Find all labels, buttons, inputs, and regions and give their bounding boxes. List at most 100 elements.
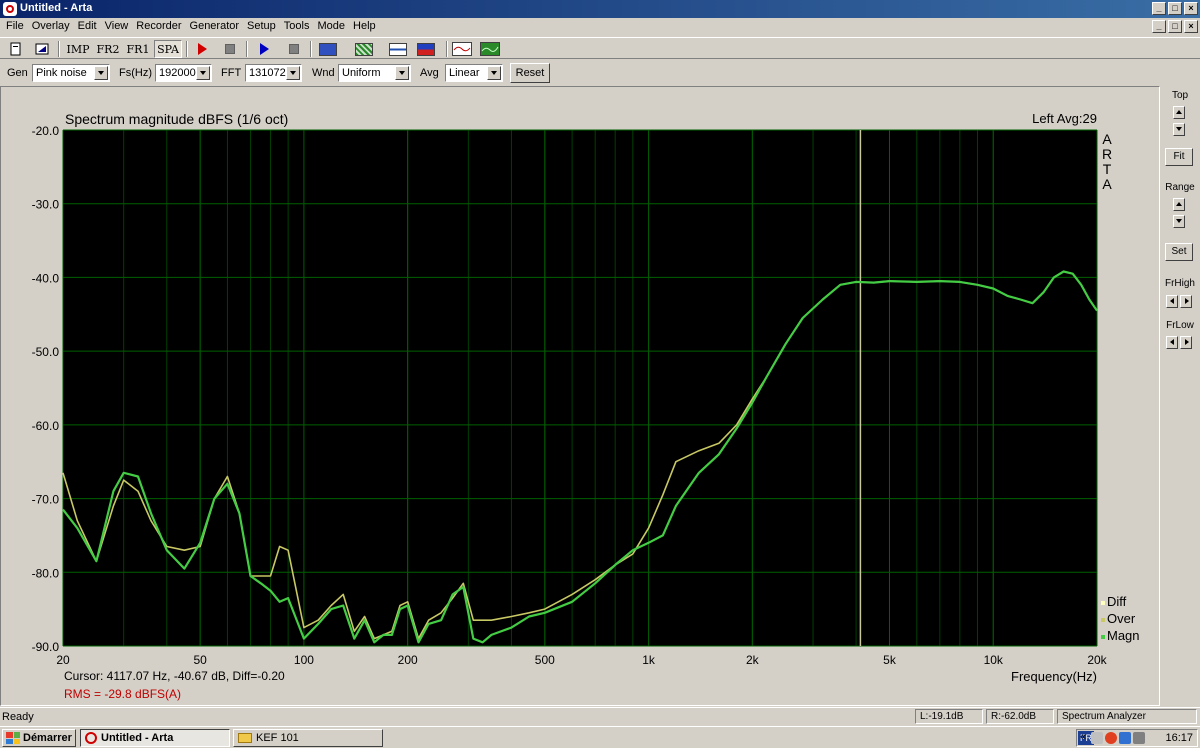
frhigh-right-button[interactable]	[1180, 295, 1192, 308]
maximize-button[interactable]: □	[1168, 2, 1182, 15]
right-panel: Top Fit Range Set FrHigh FrLow	[1160, 86, 1200, 706]
fr2-mode-button[interactable]: FR2	[94, 40, 122, 58]
y-tick-label: -60.0	[32, 419, 60, 433]
close-button[interactable]: ×	[1184, 2, 1198, 15]
y-tick-label: -70.0	[32, 493, 60, 507]
y-tick-label: -50.0	[32, 345, 60, 359]
menu-file[interactable]: File	[2, 18, 28, 36]
status-ready: Ready	[2, 711, 34, 723]
impulse-mode-button[interactable]: IMP	[64, 40, 92, 58]
frlow-label: FrLow	[1166, 320, 1194, 331]
plot-title: Spectrum magnitude dBFS (1/6 oct)	[65, 111, 289, 127]
status-left-level: L:-19.1dB	[915, 709, 983, 724]
range-up-button[interactable]	[1173, 198, 1185, 211]
range-label: Range	[1165, 182, 1195, 193]
fs-label: Fs(Hz)	[119, 67, 152, 79]
set-button[interactable]: Set	[1165, 243, 1193, 261]
x-tick-label: 100	[294, 653, 314, 667]
frlow-left-button[interactable]	[1166, 336, 1178, 349]
toolbar: IMP FR2 FR1 SPA	[0, 37, 1200, 59]
network-icon[interactable]	[1091, 732, 1103, 744]
x-tick-label: 1k	[642, 653, 656, 667]
flag-icon[interactable]	[414, 40, 438, 58]
arta-app-icon[interactable]	[3, 2, 17, 16]
legend-swatch	[1101, 618, 1105, 622]
generator-stop-icon[interactable]	[282, 40, 306, 58]
hatch-icon[interactable]	[352, 40, 376, 58]
frlow-right-button[interactable]	[1180, 336, 1192, 349]
spectrum-chart[interactable]: 20 50 100 200 500 1k 2k 5k 10k 20k -20.0 -30.0 -40.0…	[1, 87, 1159, 705]
window-label: Wnd	[312, 67, 335, 79]
doc-minimize-button[interactable]: _	[1152, 20, 1166, 33]
reset-button[interactable]: Reset	[510, 63, 550, 83]
watermark-letter: R	[1102, 146, 1112, 162]
spectrum-icon[interactable]	[478, 40, 502, 58]
plot-frame: 20 50 100 200 500 1k 2k 5k 10k 20k -20.0 -30.0 -40.0…	[0, 86, 1160, 706]
chevron-down-icon[interactable]	[395, 66, 409, 80]
title-bar[interactable]: Untitled - Arta _ □ ×	[0, 0, 1200, 18]
antivirus-icon[interactable]	[1105, 732, 1117, 744]
sample-rate-value: 192000	[159, 67, 196, 79]
legend-label-diff: Diff	[1107, 594, 1127, 609]
new-document-icon[interactable]	[4, 40, 28, 58]
x-tick-label: 500	[535, 653, 555, 667]
top-up-button[interactable]	[1173, 106, 1185, 119]
menu-edit[interactable]: Edit	[74, 18, 101, 36]
minimize-button[interactable]: _	[1152, 2, 1166, 15]
x-tick-label: 50	[193, 653, 207, 667]
menu-overlay[interactable]: Overlay	[28, 18, 74, 36]
x-tick-label: 200	[398, 653, 418, 667]
taskbar-arta-button[interactable]: Untitled - Arta	[80, 729, 230, 747]
window-select[interactable]: Uniform	[338, 64, 411, 82]
legend-label-magn: Magn	[1107, 628, 1140, 643]
record-play-icon[interactable]	[190, 40, 214, 58]
volume-icon[interactable]	[1133, 732, 1145, 744]
frhigh-left-button[interactable]	[1166, 295, 1178, 308]
menu-view[interactable]: View	[101, 18, 133, 36]
range-down-button[interactable]	[1173, 215, 1185, 228]
generator-value: Pink noise	[36, 67, 87, 79]
plot-channel-info: Left Avg:29	[1032, 111, 1097, 126]
fr1-mode-button[interactable]: FR1	[124, 40, 152, 58]
menu-mode[interactable]: Mode	[313, 18, 349, 36]
fft-size-select[interactable]: 131072	[245, 64, 302, 82]
top-label: Top	[1171, 90, 1189, 101]
fit-button[interactable]: Fit	[1165, 148, 1193, 166]
open-file-icon[interactable]	[30, 40, 54, 58]
top-down-button[interactable]	[1173, 123, 1185, 136]
cursor-readout: Cursor: 4117.07 Hz, -40.67 dB, Diff=-0.2…	[64, 669, 285, 683]
menu-recorder[interactable]: Recorder	[132, 18, 185, 36]
menu-bar: File Overlay Edit View Recorder Generato…	[0, 18, 1200, 36]
probe-icon[interactable]	[386, 40, 410, 58]
start-button[interactable]: Démarrer	[2, 729, 76, 747]
watermark-letter: T	[1103, 161, 1112, 177]
generator-select[interactable]: Pink noise	[32, 64, 110, 82]
spa-mode-button[interactable]: SPA	[154, 40, 182, 58]
device-icon[interactable]	[1119, 732, 1131, 744]
system-tray: « 16:17	[1076, 729, 1198, 747]
plot-background	[63, 130, 1097, 646]
waveform-icon[interactable]	[450, 40, 474, 58]
menu-tools[interactable]: Tools	[280, 18, 314, 36]
x-tick-label: 20k	[1087, 653, 1107, 667]
taskbar: Démarrer Untitled - Arta KEF 101 FR « 16…	[0, 726, 1200, 748]
status-right-level: R:-62.0dB	[986, 709, 1054, 724]
x-tick-label: 5k	[883, 653, 897, 667]
fft-size-value: 131072	[249, 67, 286, 79]
menu-help[interactable]: Help	[349, 18, 380, 36]
windows-logo-icon	[6, 732, 20, 744]
taskbar-folder-button[interactable]: KEF 101	[233, 729, 383, 747]
chevron-down-icon[interactable]	[286, 66, 300, 80]
chevron-down-icon[interactable]	[94, 66, 108, 80]
menu-generator[interactable]: Generator	[186, 18, 244, 36]
generator-play-icon[interactable]	[252, 40, 276, 58]
chevron-down-icon[interactable]	[196, 66, 210, 80]
record-stop-icon[interactable]	[218, 40, 242, 58]
doc-restore-button[interactable]: □	[1168, 20, 1182, 33]
averaging-select[interactable]: Linear	[445, 64, 503, 82]
sample-rate-select[interactable]: 192000	[155, 64, 212, 82]
abc-icon[interactable]	[316, 40, 340, 58]
doc-close-button[interactable]: ×	[1184, 20, 1198, 33]
menu-setup[interactable]: Setup	[243, 18, 280, 36]
chevron-down-icon[interactable]	[487, 66, 501, 80]
